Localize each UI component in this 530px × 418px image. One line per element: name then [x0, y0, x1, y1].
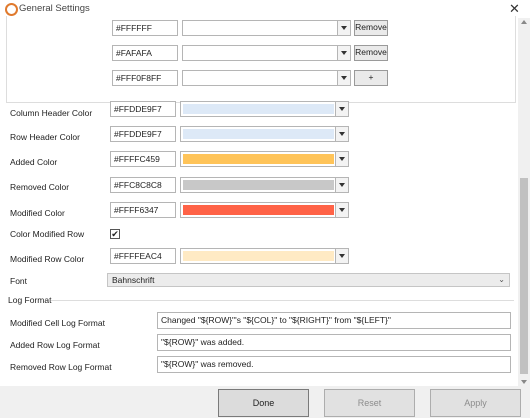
font-value: Bahnschrift [112, 275, 155, 285]
vertical-scrollbar[interactable] [518, 18, 530, 386]
removed-row-log-format-input[interactable]: "${ROW}" was removed. [157, 356, 511, 373]
app-logo-icon [5, 3, 18, 16]
scroll-up-icon[interactable] [521, 20, 527, 24]
group-divider [44, 300, 514, 301]
palette-color-combo[interactable] [182, 20, 351, 36]
color-swatch [183, 104, 334, 114]
chevron-down-icon[interactable] [337, 46, 350, 60]
remove-button[interactable]: Remove [354, 20, 388, 36]
palette-color-combo[interactable] [182, 45, 351, 61]
scroll-down-icon[interactable] [521, 380, 527, 384]
column-header-color-label: Column Header Color [10, 108, 93, 118]
modified-color-combo[interactable] [180, 202, 349, 218]
color-swatch [183, 205, 334, 215]
modified-row-color-combo[interactable] [180, 248, 349, 264]
modified-row-color-input[interactable]: #FFFFEAC4 [110, 248, 176, 264]
color-swatch [185, 23, 336, 33]
footer-bar: Done Reset Apply [0, 386, 530, 418]
font-select[interactable]: Bahnschrift ⌄ [107, 273, 510, 287]
settings-panel: #FFFFFF Remove #FAFAFA Remove #FFF0F8FF … [0, 16, 518, 386]
added-row-log-format-label: Added Row Log Format [10, 340, 100, 350]
palette-color-combo[interactable] [182, 70, 351, 86]
added-color-input[interactable]: #FFFFC459 [110, 151, 176, 167]
column-header-color-input[interactable]: #FFDDE9F7 [110, 101, 176, 117]
added-color-combo[interactable] [180, 151, 349, 167]
removed-color-label: Removed Color [10, 182, 70, 192]
color-swatch [183, 180, 334, 190]
chevron-down-icon[interactable] [335, 178, 348, 192]
color-swatch [183, 154, 334, 164]
modified-cell-log-format-input[interactable]: Changed "${ROW}"'s "${COL}" to "${RIGHT}… [157, 312, 511, 329]
column-header-color-combo[interactable] [180, 101, 349, 117]
close-icon[interactable]: ✕ [509, 1, 520, 17]
done-button[interactable]: Done [218, 389, 309, 417]
color-modified-row-label: Color Modified Row [10, 229, 85, 239]
window-title: General Settings [19, 3, 90, 14]
added-row-log-format-input[interactable]: "${ROW}" was added. [157, 334, 511, 351]
reset-button[interactable]: Reset [324, 389, 415, 417]
row-header-color-input[interactable]: #FFDDE9F7 [110, 126, 176, 142]
palette-hex-input[interactable]: #FFF0F8FF [112, 70, 178, 86]
chevron-down-icon[interactable] [335, 127, 348, 141]
palette-hex-input[interactable]: #FAFAFA [112, 45, 178, 61]
row-header-color-combo[interactable] [180, 126, 349, 142]
scrollbar-thumb[interactable] [520, 178, 528, 374]
color-swatch [185, 48, 336, 58]
color-swatch [185, 73, 336, 83]
color-modified-row-checkbox[interactable]: ✔ [110, 229, 120, 239]
removed-color-input[interactable]: #FFC8C8C8 [110, 177, 176, 193]
apply-button[interactable]: Apply [430, 389, 521, 417]
removed-color-combo[interactable] [180, 177, 349, 193]
color-swatch [183, 251, 334, 261]
chevron-down-icon: ⌄ [498, 275, 505, 284]
chevron-down-icon[interactable] [335, 249, 348, 263]
row-header-color-label: Row Header Color [10, 132, 80, 142]
added-color-label: Added Color [10, 157, 58, 167]
add-color-button[interactable]: + [354, 70, 388, 86]
color-swatch [183, 129, 334, 139]
modified-cell-log-format-label: Modified Cell Log Format [10, 318, 105, 328]
modified-color-label: Modified Color [10, 208, 65, 218]
palette-hex-input[interactable]: #FFFFFF [112, 20, 178, 36]
chevron-down-icon[interactable] [335, 203, 348, 217]
chevron-down-icon[interactable] [335, 152, 348, 166]
modified-row-color-label: Modified Row Color [10, 254, 85, 264]
chevron-down-icon[interactable] [337, 21, 350, 35]
log-format-group-title: Log Format [8, 295, 52, 305]
font-label: Font [10, 276, 28, 286]
chevron-down-icon[interactable] [337, 71, 350, 85]
removed-row-log-format-label: Removed Row Log Format [10, 362, 112, 372]
chevron-down-icon[interactable] [335, 102, 348, 116]
modified-color-input[interactable]: #FFFF6347 [110, 202, 176, 218]
remove-button[interactable]: Remove [354, 45, 388, 61]
